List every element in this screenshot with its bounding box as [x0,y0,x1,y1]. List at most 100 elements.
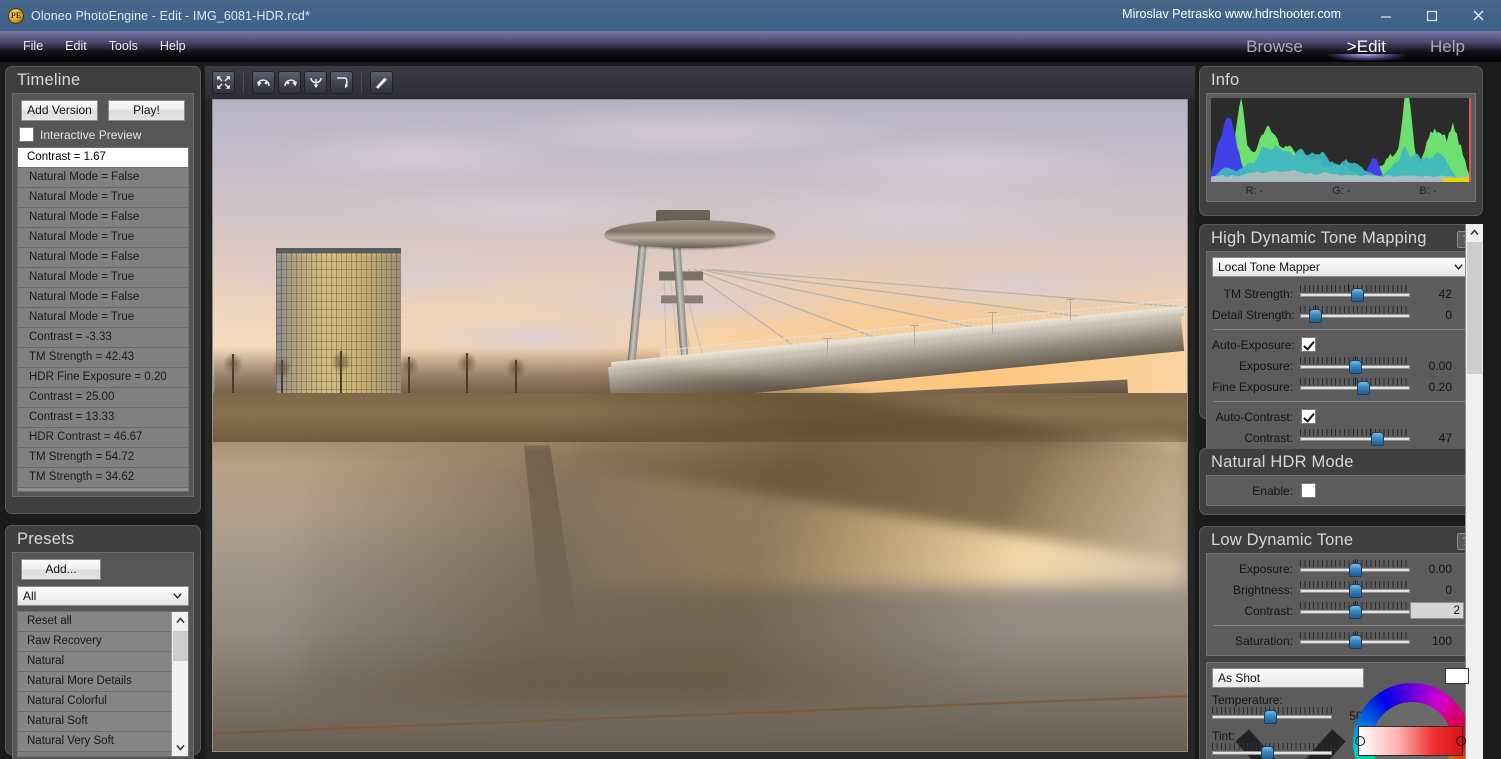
minimize-icon[interactable] [1363,0,1409,31]
hdtm-exposure-slider[interactable] [1300,356,1410,374]
auto-exposure-checkbox[interactable] [1301,337,1316,352]
timeline-item[interactable]: HDR Contrast = 46.67 [18,428,188,448]
photoengine-window: PE Oloneo PhotoEngine - Edit - IMG_6081-… [0,0,1501,759]
timeline-item[interactable]: Contrast = 25.00 [18,388,188,408]
ldt-saturation-value: 100 [1431,633,1452,648]
auto-exposure-label: Auto-Exposure: [1212,337,1295,352]
tab-help[interactable]: Help [1408,31,1487,62]
timeline-list[interactable]: Contrast = 1.67 Natural Mode = False Natur… [17,147,189,492]
nhdr-enable-row[interactable]: Enable: [1212,480,1470,501]
timeline-item[interactable]: Natural Mode = False [18,208,188,228]
window-title: Oloneo PhotoEngine - Edit - IMG_6081-HDR… [31,8,310,23]
preset-item[interactable]: Raw Recovery [18,632,188,652]
tint-slider[interactable] [1212,743,1332,759]
preset-item[interactable]: Natural Soft [18,712,188,732]
scroll-down-icon[interactable] [172,739,188,756]
hdtm-strength-rows: TM Strength: 42 Detail Strength: 0 [1212,283,1470,325]
color-wheel-bar[interactable] [1358,726,1463,756]
hdtm-exposure-rows: Exposure: 0.00 Fine Exposure: 0.20 [1212,355,1470,397]
auto-contrast-checkbox[interactable] [1301,409,1316,424]
presets-filter-value: All [23,589,37,603]
timeline-item[interactable]: Natural Mode = False [18,168,188,188]
image-preview[interactable] [212,99,1188,752]
ldt-saturation-slider[interactable] [1300,631,1410,649]
readout-g: G: - [1332,185,1351,197]
rotate-right-icon[interactable] [278,71,301,94]
right-scroll-thumb[interactable] [1467,242,1482,374]
ldt-contrast-slider[interactable] [1300,601,1410,619]
flip-vertical-icon[interactable] [304,71,327,94]
timeline-item[interactable]: TM Strength = 42.43 [18,348,188,368]
timeline-item[interactable]: Natural Mode = True [18,308,188,328]
high-dynamic-tone-mapping-panel: High Dynamic Tone Mapping ? Local Tone M… [1199,224,1483,455]
menu-edit[interactable]: Edit [54,31,98,62]
white-balance-picker-icon[interactable] [370,71,393,94]
timeline-item[interactable]: Natural Mode = True [18,268,188,288]
menu-help[interactable]: Help [149,31,197,62]
menu-tools[interactable]: Tools [98,31,149,62]
timeline-item[interactable]: Natural Mode = False [18,288,188,308]
fit-to-screen-icon[interactable] [212,71,235,94]
timeline-item[interactable]: Natural Mode = True [18,228,188,248]
timeline-item[interactable]: Natural Mode = True [18,188,188,208]
rotate-left-icon[interactable] [252,71,275,94]
hdtm-tmstrength-slider[interactable] [1300,284,1410,302]
nhdr-enable-checkbox[interactable] [1301,483,1316,498]
white-balance-preset-select[interactable]: As Shot [1212,668,1364,759]
hdtm-detailstrength-slider[interactable] [1300,305,1410,323]
add-preset-button[interactable]: Add... [21,559,101,580]
menu-file[interactable]: File [12,31,54,62]
ldt-exposure-slider[interactable] [1300,559,1410,577]
timeline-item[interactable]: HDR Fine Exposure = 0.20 [18,368,188,388]
chevron-down-icon [173,593,182,599]
interactive-preview-row[interactable]: Interactive Preview [13,121,193,147]
flip-horizontal-icon[interactable] [330,71,353,94]
presets-scroll-thumb[interactable] [173,631,188,661]
info-panel: Info R: - G: - B: - [1199,66,1483,216]
hdtm-title: High Dynamic Tone Mapping [1211,229,1427,247]
maximize-icon[interactable] [1409,0,1455,31]
timeline-item[interactable]: Contrast = -3.33 [18,328,188,348]
add-version-button[interactable]: Add Version [21,100,98,121]
toolbar-separator [243,72,244,93]
scroll-up-icon[interactable] [1466,224,1483,241]
preset-item[interactable]: Natural [18,652,188,672]
preset-item[interactable]: Natural Colorful [18,692,188,712]
timeline-item[interactable]: TM Strength = 34.62 [18,468,188,488]
nhdr-title: Natural HDR Mode [1211,453,1354,471]
color-wheel-handle-left[interactable] [1355,736,1365,746]
timeline-item[interactable]: TM Strength = 54.72 [18,448,188,468]
play-button[interactable]: Play! [108,100,185,121]
hdtm-exposure-row: Exposure: 0.00 [1212,355,1470,376]
tab-edit[interactable]: >Edit [1325,31,1408,62]
interactive-preview-checkbox[interactable] [19,127,34,142]
white-balance-swatch[interactable] [1445,668,1469,684]
scroll-up-icon[interactable] [172,612,188,629]
preset-item[interactable]: Reset all [18,612,188,632]
auto-contrast-row[interactable]: Auto-Contrast: [1212,406,1470,427]
preset-item[interactable]: Natural More Details [18,672,188,692]
presets-scrollbar[interactable] [171,612,188,756]
tab-browse[interactable]: Browse [1224,31,1325,62]
close-icon[interactable] [1455,0,1501,31]
hdtm-contrast-slider[interactable] [1300,428,1410,446]
window-controls [1363,0,1501,31]
menu-bar: File Edit Tools Help Browse >Edit Help [0,31,1501,62]
ldt-exposure-value: 0.00 [1428,561,1452,576]
timeline-item[interactable]: New: 3/11/2015 6:53:42 PM [18,488,188,491]
auto-exposure-row[interactable]: Auto-Exposure: [1212,334,1470,355]
ldt-contrast-value[interactable]: 2 [1410,602,1464,619]
hdtm-detailstrength-row: Detail Strength: 0 [1212,304,1470,325]
presets-body: Add... All Reset all Raw Recovery Natural N… [12,552,194,759]
timeline-item[interactable]: Contrast = 13.33 [18,408,188,428]
preset-item[interactable]: Natural Very Soft [18,732,188,752]
color-wheel-handle-right[interactable] [1456,736,1466,746]
ldt-brightness-slider[interactable] [1300,580,1410,598]
presets-list[interactable]: Reset all Raw Recovery Natural Natural More… [17,611,189,757]
temperature-slider[interactable] [1212,707,1332,724]
timeline-item[interactable]: Natural Mode = False [18,248,188,268]
tone-mapper-select[interactable]: Local Tone Mapper [1212,257,1470,277]
presets-filter-select[interactable]: All [17,586,189,606]
hdtm-fineexposure-slider[interactable] [1300,377,1410,395]
timeline-item[interactable]: Contrast = 1.67 [18,148,188,168]
